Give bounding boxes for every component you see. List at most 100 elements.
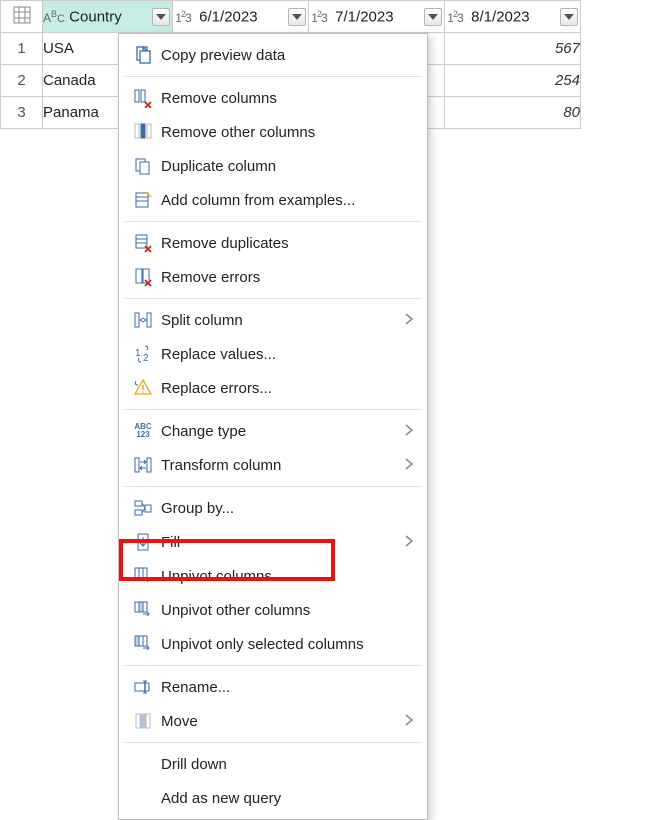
menu-separator	[125, 76, 421, 77]
menu-add-column-from-examples[interactable]: Add column from examples...	[119, 183, 427, 217]
menu-label: Group by...	[161, 500, 413, 517]
column-header-date1[interactable]: 123 6/1/2023	[173, 1, 309, 33]
cell-value[interactable]: 254	[445, 65, 581, 97]
menu-unpivot-other-columns[interactable]: Unpivot other columns	[119, 593, 427, 627]
change-type-icon: ABC 123	[129, 419, 157, 443]
grid-corner[interactable]	[1, 1, 43, 33]
remove-errors-icon	[129, 265, 157, 289]
column-header-country[interactable]: ABC Country	[43, 1, 173, 33]
chevron-right-icon	[405, 534, 413, 551]
menu-split-column[interactable]: Split column	[119, 303, 427, 337]
blank-icon	[129, 786, 157, 810]
chevron-right-icon	[405, 713, 413, 730]
menu-label: Remove columns	[161, 90, 413, 107]
svg-text:2: 2	[143, 353, 149, 364]
column-label: 8/1/2023	[471, 8, 529, 25]
menu-separator	[125, 486, 421, 487]
column-label: Country	[69, 8, 122, 25]
menu-separator	[125, 742, 421, 743]
filter-dropdown-icon[interactable]	[152, 8, 170, 26]
replace-values-icon: 12	[129, 342, 157, 366]
add-from-examples-icon	[129, 188, 157, 212]
menu-label: Replace errors...	[161, 380, 413, 397]
menu-remove-errors[interactable]: Remove errors	[119, 260, 427, 294]
column-label: 7/1/2023	[335, 8, 393, 25]
column-label: 6/1/2023	[199, 8, 257, 25]
unpivot-columns-icon	[129, 564, 157, 588]
menu-label: Split column	[161, 312, 405, 329]
menu-rename[interactable]: Rename...	[119, 670, 427, 704]
type-number-icon: 123	[445, 9, 465, 25]
chevron-right-icon	[405, 312, 413, 329]
remove-columns-icon	[129, 86, 157, 110]
remove-duplicates-icon	[129, 231, 157, 255]
num-text: 123	[136, 431, 149, 439]
menu-unpivot-columns[interactable]: Unpivot columns	[119, 559, 427, 593]
menu-label: Unpivot only selected columns	[161, 636, 413, 653]
menu-label: Copy preview data	[161, 47, 413, 64]
column-header-date2[interactable]: 123 7/1/2023	[309, 1, 445, 33]
menu-remove-duplicates[interactable]: Remove duplicates	[119, 226, 427, 260]
unpivot-other-icon	[129, 598, 157, 622]
cell-value[interactable]: 80	[445, 97, 581, 129]
type-number-icon: 123	[309, 9, 329, 25]
menu-label: Replace values...	[161, 346, 413, 363]
transform-column-icon	[129, 453, 157, 477]
filter-dropdown-icon[interactable]	[560, 8, 578, 26]
menu-label: Unpivot columns	[161, 568, 413, 585]
menu-label: Add column from examples...	[161, 192, 413, 209]
menu-fill[interactable]: Fill	[119, 525, 427, 559]
menu-transform-column[interactable]: Transform column	[119, 448, 427, 482]
menu-label: Fill	[161, 534, 405, 551]
menu-unpivot-only-selected[interactable]: Unpivot only selected columns	[119, 627, 427, 661]
row-number[interactable]: 3	[1, 97, 43, 129]
menu-copy-preview-data[interactable]: Copy preview data	[119, 38, 427, 72]
menu-separator	[125, 221, 421, 222]
menu-replace-errors[interactable]: Replace errors...	[119, 371, 427, 405]
menu-label: Add as new query	[161, 790, 413, 807]
menu-label: Drill down	[161, 756, 413, 773]
chevron-right-icon	[405, 423, 413, 440]
menu-label: Duplicate column	[161, 158, 413, 175]
replace-errors-icon	[129, 376, 157, 400]
filter-dropdown-icon[interactable]	[288, 8, 306, 26]
menu-label: Rename...	[161, 679, 413, 696]
menu-label: Remove other columns	[161, 124, 413, 141]
cell-value[interactable]: 567	[445, 33, 581, 65]
duplicate-column-icon	[129, 154, 157, 178]
menu-label: Transform column	[161, 457, 405, 474]
column-header-date3[interactable]: 123 8/1/2023	[445, 1, 581, 33]
row-number[interactable]: 2	[1, 65, 43, 97]
move-icon	[129, 709, 157, 733]
remove-other-columns-icon	[129, 120, 157, 144]
menu-label: Change type	[161, 423, 405, 440]
menu-separator	[125, 409, 421, 410]
menu-change-type[interactable]: ABC 123 Change type	[119, 414, 427, 448]
menu-drill-down[interactable]: Drill down	[119, 747, 427, 781]
menu-label: Remove errors	[161, 269, 413, 286]
filter-dropdown-icon[interactable]	[424, 8, 442, 26]
copy-page-icon	[129, 43, 157, 67]
blank-icon	[129, 752, 157, 776]
menu-remove-other-columns[interactable]: Remove other columns	[119, 115, 427, 149]
row-number[interactable]: 1	[1, 33, 43, 65]
type-text-icon: ABC	[43, 9, 63, 25]
menu-label: Move	[161, 713, 405, 730]
group-by-icon	[129, 496, 157, 520]
unpivot-selected-icon	[129, 632, 157, 656]
fill-icon	[129, 530, 157, 554]
menu-remove-columns[interactable]: Remove columns	[119, 81, 427, 115]
menu-label: Remove duplicates	[161, 235, 413, 252]
rename-icon	[129, 675, 157, 699]
split-column-icon	[129, 308, 157, 332]
menu-replace-values[interactable]: 12 Replace values...	[119, 337, 427, 371]
menu-separator	[125, 665, 421, 666]
menu-duplicate-column[interactable]: Duplicate column	[119, 149, 427, 183]
context-menu: Copy preview data Remove columns Remove …	[118, 33, 428, 820]
menu-group-by[interactable]: Group by...	[119, 491, 427, 525]
type-number-icon: 123	[173, 9, 193, 25]
menu-add-as-new-query[interactable]: Add as new query	[119, 781, 427, 815]
menu-move[interactable]: Move	[119, 704, 427, 738]
svg-text:1: 1	[135, 348, 141, 359]
menu-label: Unpivot other columns	[161, 602, 413, 619]
